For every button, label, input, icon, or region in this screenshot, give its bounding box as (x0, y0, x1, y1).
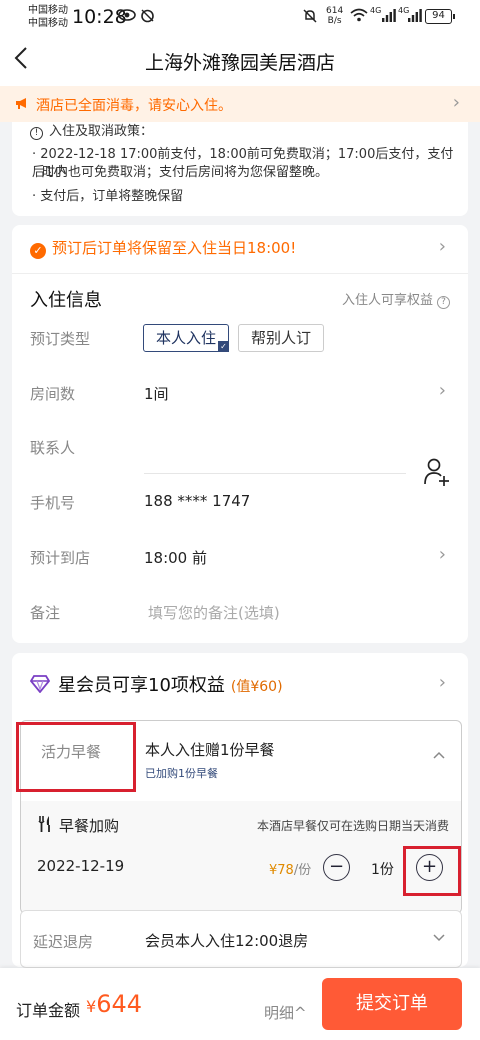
chevron-right-icon: › (452, 92, 460, 113)
addon-price-value: ¥78 (269, 863, 294, 878)
fork-knife-icon (38, 816, 50, 832)
chevron-right-icon: › (438, 236, 446, 257)
benefit-tip-text: 入住人可享权益 (341, 293, 433, 308)
breakfast-addon: 早餐加购 本酒店早餐仅可在选购日期当天消费 2022-12-19 ¥78/份 −… (21, 801, 461, 913)
total-amount: ¥644 (86, 990, 142, 1018)
net-speed-value: 614 (326, 6, 344, 16)
policy-line-3: · 支付后，订单将整晚保留 (32, 189, 184, 204)
guarantee-banner[interactable]: ✓ 预订后订单将保留至入住当日18:00! (30, 237, 296, 259)
addon-note: 本酒店早餐仅可在选购日期当天消费 (256, 819, 449, 833)
net-speed: 614 B/s (326, 6, 343, 26)
chevron-up-icon: ^ (294, 1004, 307, 1022)
arrival-time[interactable]: 18:00 前 (144, 547, 207, 568)
divider (12, 273, 468, 274)
member-title-text: 星会员可享10项权益 (58, 675, 225, 696)
currency-symbol: ¥ (86, 997, 97, 1016)
highlight-box (403, 846, 461, 896)
eye-icon (118, 8, 136, 26)
arrival-label: 预计到店 (30, 549, 91, 567)
option-others-label: 帮别人订 (251, 329, 312, 347)
late-checkout-label: 延迟退房 (33, 933, 94, 951)
late-checkout-row[interactable]: 延迟退房 会员本人入住12:00退房 (20, 910, 462, 968)
section-title: 入住信息 (30, 290, 102, 311)
notice-text: 酒店已全面消毒，请安心入住。 (36, 98, 232, 114)
late-checkout-value: 会员本人入住12:00退房 (145, 932, 309, 950)
guarantee-text: 预订后订单将保留至入住当日18:00! (52, 239, 297, 257)
chevron-down-icon (433, 928, 445, 946)
signal-1-icon (382, 8, 396, 26)
policy-line-2: 时内也可免费取消；支付后房间将为您保留整晚。 (42, 165, 329, 180)
remark-label: 备注 (30, 604, 61, 622)
policy-heading-text: 入住及取消政策： (49, 124, 154, 139)
carrier-2: 中国移动 (28, 18, 68, 29)
chevron-right-icon[interactable]: › (439, 380, 446, 401)
carrier-info: 中国移动 中国移动 (28, 4, 68, 30)
contact-underline (144, 473, 406, 474)
mute-icon (302, 8, 318, 28)
option-book-for-others[interactable]: 帮别人订 (238, 324, 325, 352)
diamond-icon (30, 675, 50, 693)
wifi-icon (350, 8, 368, 26)
addon-quantity: 1份 (371, 862, 394, 878)
breakfast-purchased: 已加购1份早餐 (145, 767, 218, 780)
booking-info-card: ✓ 预订后订单将保留至入住当日18:00! › 入住信息 入住人可享权益? 预订类… (12, 225, 468, 643)
page-title: 上海外滩豫园美居酒店 (144, 52, 335, 74)
check-circle-icon: ✓ (30, 243, 46, 259)
phone-label: 手机号 (30, 494, 76, 512)
addon-price-unit: /份 (293, 863, 312, 878)
benefit-tip[interactable]: 入住人可享权益? (342, 289, 450, 309)
status-bar: 中国移动 中国移动 10:28 614 B/s 4G 4G 94 (0, 0, 480, 36)
option-self-checkin[interactable]: 本人入住 ✓ (143, 324, 230, 352)
chevron-right-icon[interactable]: › (439, 672, 446, 693)
bottom-bar: 订单金额 ¥644 明细^ 提交订单 (0, 968, 480, 1040)
signal-1-label: 4G (370, 6, 382, 15)
total-label: 订单金额 (16, 1001, 81, 1020)
decrement-button[interactable]: − (323, 854, 350, 881)
carrier-1: 中国移动 (28, 5, 68, 16)
booking-type-label: 预订类型 (30, 330, 91, 348)
add-contact-icon[interactable] (424, 457, 450, 487)
disinfection-notice[interactable]: 酒店已全面消毒，请安心入住。 › (0, 86, 480, 122)
member-benefits-card: 星会员可享10项权益 (值¥60) › 活力早餐 本人入住赠1份早餐 已加购1份早… (12, 653, 468, 968)
info-icon: ! (30, 127, 43, 140)
addon-title: 早餐加购 (59, 817, 120, 835)
detail-toggle[interactable]: 明细^ (264, 1002, 307, 1023)
option-self-label: 本人入住 (156, 329, 217, 347)
submit-order-button[interactable]: 提交订单 (322, 978, 462, 1030)
addon-price: ¥78/份 (269, 859, 311, 878)
addon-date: 2022-12-19 (37, 857, 125, 875)
total-value: 644 (96, 990, 142, 1018)
chevron-up-icon[interactable] (433, 745, 445, 763)
alarm-icon (140, 8, 155, 27)
contact-label: 联系人 (30, 439, 76, 457)
member-title[interactable]: 星会员可享10项权益 (值¥60) (58, 671, 283, 697)
member-value: (值¥60) (230, 679, 283, 695)
battery-icon: 94 (425, 9, 455, 24)
rooms-label: 房间数 (30, 385, 76, 403)
check-icon: ✓ (218, 341, 230, 352)
nav-bar: 上海外滩豫园美居酒店 (0, 36, 480, 86)
megaphone-icon (16, 98, 26, 109)
chevron-right-icon[interactable]: › (439, 544, 446, 565)
signal-2-icon (408, 8, 422, 26)
breakfast-gift: 本人入住赠1份早餐 (145, 741, 275, 759)
policy-heading: ! 入住及取消政策： (30, 120, 153, 140)
rooms-value[interactable]: 1间 (144, 383, 169, 404)
question-icon: ? (437, 296, 450, 309)
cancellation-policy-card: ! 入住及取消政策： · 2022-12-18 17:00前支付，18:00前可免… (12, 122, 468, 216)
breakfast-panel: 活力早餐 本人入住赠1份早餐 已加购1份早餐 早餐加购 本酒店早餐仅可在选购日期… (16, 720, 462, 914)
phone-field[interactable]: 188 **** 1747 (144, 492, 250, 510)
remark-input[interactable]: 填写您的备注(选填) (148, 602, 280, 623)
net-speed-unit: B/s (327, 16, 342, 26)
highlight-box (16, 722, 136, 792)
detail-label: 明细 (264, 1004, 295, 1022)
